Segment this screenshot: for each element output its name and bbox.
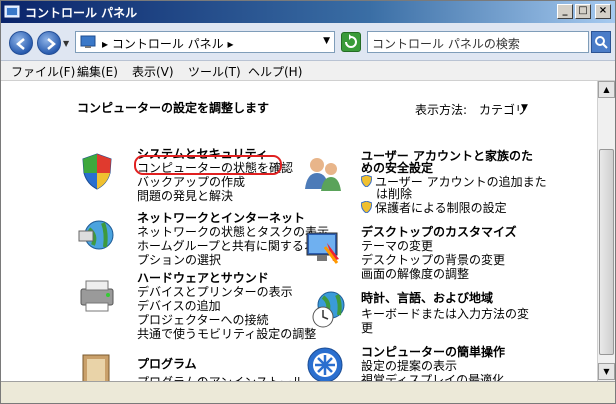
search-button[interactable] xyxy=(591,31,611,53)
uac-shield-icon xyxy=(361,201,372,213)
content-pane: コンピューターの設定を調整します 表示方法: カテゴリ ▼ システムとセキュリテ… xyxy=(1,81,597,381)
link-homegroup-cont[interactable]: プションの選択 xyxy=(137,251,221,268)
link-optimize-display[interactable]: 視覚ディスプレイの最適化 xyxy=(361,371,504,381)
page-title: コンピューターの設定を調整します xyxy=(77,101,270,115)
status-bar xyxy=(1,381,615,403)
close-button[interactable]: × xyxy=(595,4,611,19)
view-by-chevron-icon[interactable]: ▼ xyxy=(521,103,528,113)
forward-arrow-icon xyxy=(47,38,56,50)
refresh-icon xyxy=(345,34,357,48)
maximize-button[interactable]: □ xyxy=(575,4,591,19)
view-by-label: 表示方法: xyxy=(415,103,468,117)
appearance-icon[interactable] xyxy=(303,227,343,267)
programs-icon[interactable] xyxy=(77,351,117,381)
search-placeholder: コントロール パネルの検索 xyxy=(372,37,520,51)
menu-edit[interactable]: 編集(E) xyxy=(77,63,118,80)
search-input[interactable]: コントロール パネルの検索 xyxy=(367,31,589,53)
control-panel-window: コントロール パネル _ □ × ▼ ▸ コントロール パネル ▸ ▼ コントロ… xyxy=(0,0,616,404)
scroll-down-button[interactable]: ▼ xyxy=(598,363,615,380)
address-field[interactable]: ▸ コントロール パネル ▸ ▼ xyxy=(75,31,335,53)
network-internet-icon[interactable] xyxy=(77,215,117,255)
user-accounts-icon[interactable] xyxy=(303,153,343,193)
address-bar: ▼ ▸ コントロール パネル ▸ ▼ コントロール パネルの検索 xyxy=(1,23,615,61)
menu-help[interactable]: ヘルプ(H) xyxy=(248,63,302,80)
breadcrumb[interactable]: ▸ コントロール パネル ▸ xyxy=(102,35,234,52)
scroll-up-button[interactable]: ▲ xyxy=(598,81,615,98)
back-arrow-icon xyxy=(16,38,25,50)
address-dropdown-icon[interactable]: ▼ xyxy=(323,36,330,46)
system-security-icon[interactable] xyxy=(77,151,117,191)
link-keyboard-input-cont[interactable]: 更 xyxy=(361,319,373,336)
back-button[interactable] xyxy=(9,31,33,55)
clock-language-region-icon[interactable] xyxy=(309,289,349,329)
ease-of-access-icon[interactable] xyxy=(305,345,345,381)
menu-file[interactable]: ファイル(F) xyxy=(11,63,75,80)
link-keyboard-input[interactable]: キーボードまたは入力方法の変 xyxy=(361,305,529,322)
category-programs[interactable]: プログラム xyxy=(137,355,197,372)
control-panel-icon xyxy=(4,5,20,18)
refresh-button[interactable] xyxy=(341,32,361,52)
link-screen-resolution[interactable]: 画面の解像度の調整 xyxy=(361,265,469,282)
title-bar: コントロール パネル _ □ × xyxy=(1,1,615,23)
red-highlight-annotation xyxy=(134,155,282,175)
menu-view[interactable]: 表示(V) xyxy=(132,63,174,80)
menu-bar: ファイル(F) 編集(E) 表示(V) ツール(T) ヘルプ(H) xyxy=(1,61,615,81)
window-title: コントロール パネル xyxy=(25,6,138,20)
menu-tools[interactable]: ツール(T) xyxy=(188,63,241,80)
link-parental-controls[interactable]: 保護者による制限の設定 xyxy=(361,199,507,216)
hardware-sound-icon[interactable] xyxy=(77,275,117,315)
link-mobility[interactable]: 共通で使うモビリティ設定の調整 xyxy=(137,325,316,342)
forward-button[interactable] xyxy=(37,31,61,55)
link-troubleshoot[interactable]: 問題の発見と解決 xyxy=(137,187,233,204)
search-icon xyxy=(595,36,608,49)
uac-shield-icon xyxy=(361,175,372,187)
minimize-button[interactable]: _ xyxy=(557,4,573,19)
vertical-scrollbar[interactable]: ▲ ▼ xyxy=(597,81,615,381)
category-clock-language[interactable]: 時計、言語、および地域 xyxy=(361,289,493,306)
view-by-dropdown[interactable]: カテゴリ xyxy=(479,101,527,118)
scroll-thumb[interactable] xyxy=(599,149,614,355)
control-panel-small-icon xyxy=(80,35,96,48)
history-dropdown-icon[interactable]: ▼ xyxy=(63,39,69,48)
link-uninstall[interactable]: プログラムのアンインストール xyxy=(137,373,304,381)
